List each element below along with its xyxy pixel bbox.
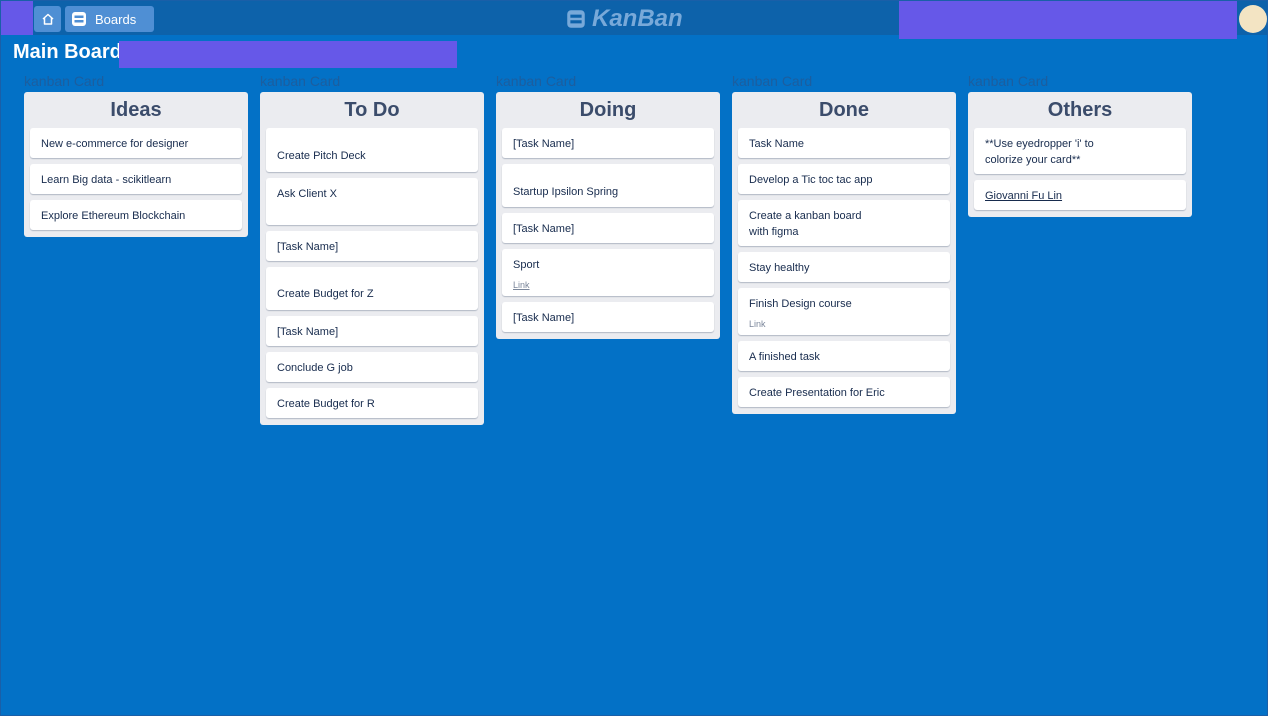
list-caption: kanban Card — [968, 73, 1049, 89]
card-text: Create Pitch Deck — [277, 150, 366, 162]
list-caption: kanban Card — [260, 73, 341, 89]
topbar-left-accent — [1, 1, 33, 35]
card[interactable]: [Task Name] — [502, 213, 714, 243]
card-text: Explore Ethereum Blockchain — [41, 210, 186, 222]
list-container: Doing [Task Name] Startup Ipsilon Spring… — [496, 92, 720, 339]
card-text: Startup Ipsilon Spring — [513, 186, 619, 198]
card[interactable]: **Use eyedropper 'i' to colorize your ca… — [974, 128, 1186, 174]
list-caption: kanban Card — [732, 73, 813, 89]
card-text: [Task Name] — [513, 138, 575, 150]
card-text: [Task Name] — [277, 241, 339, 253]
list-container: Others **Use eyedropper 'i' to colorize … — [968, 92, 1192, 217]
card[interactable]: [Task Name] — [502, 128, 714, 158]
list-title[interactable]: Done — [738, 98, 950, 128]
topbar-right-accent — [899, 1, 1237, 39]
card[interactable]: [Task Name] — [502, 302, 714, 332]
card[interactable]: A finished task — [738, 341, 950, 371]
board-icon — [567, 10, 585, 28]
list-container: Ideas New e-commerce for designer Learn … — [24, 92, 248, 237]
card[interactable]: Task Name — [738, 128, 950, 158]
card-text: A finished task — [749, 351, 820, 363]
card[interactable]: Startup Ipsilon Spring — [502, 164, 714, 207]
card-text: **Use eyedropper 'i' to colorize your ca… — [985, 138, 1094, 166]
card-link[interactable]: Link — [749, 316, 939, 332]
home-button[interactable] — [34, 6, 61, 32]
list-done: kanban Card Done Task Name Develop a Tic… — [732, 73, 956, 414]
card-text: Ask Client X — [277, 188, 337, 200]
list-others: kanban Card Others **Use eyedropper 'i' … — [968, 73, 1192, 217]
card-link[interactable]: Giovanni Fu Lin — [985, 190, 1062, 202]
brand-logo[interactable]: KanBan — [566, 5, 683, 33]
list-todo: kanban Card To Do Create Pitch Deck Ask … — [260, 73, 484, 425]
card[interactable]: Create Budget for R — [266, 388, 478, 418]
card-text: Stay healthy — [749, 262, 810, 274]
card[interactable]: Learn Big data - scikitlearn — [30, 164, 242, 194]
board-title-accent — [119, 41, 457, 68]
card[interactable]: Giovanni Fu Lin — [974, 180, 1186, 210]
card-text: Create Presentation for Eric — [749, 387, 885, 399]
card-text: [Task Name] — [277, 326, 339, 338]
list-title[interactable]: Ideas — [30, 98, 242, 128]
avatar[interactable] — [1239, 5, 1267, 33]
list-container: To Do Create Pitch Deck Ask Client X [Ta… — [260, 92, 484, 425]
card[interactable]: Sport Link — [502, 249, 714, 296]
brand-name: KanBan — [592, 5, 683, 32]
card[interactable]: Create Budget for Z — [266, 267, 478, 310]
card-text: Learn Big data - scikitlearn — [41, 174, 172, 186]
boards-label: Boards — [95, 11, 137, 27]
card-link[interactable]: Link — [513, 277, 703, 293]
card-text: [Task Name] — [513, 223, 575, 235]
home-icon — [41, 13, 54, 25]
card[interactable]: Develop a Tic toc tac app — [738, 164, 950, 194]
top-bar: Boards KanBan — [1, 1, 1267, 39]
card[interactable]: Create Pitch Deck — [266, 128, 478, 172]
boards-button[interactable]: Boards — [65, 6, 154, 32]
card-text: [Task Name] — [513, 312, 575, 324]
list-doing: kanban Card Doing [Task Name] Startup Ip… — [496, 73, 720, 339]
card-text: Create a kanban board with figma — [749, 210, 862, 238]
card-text: Conclude G job — [277, 362, 353, 374]
board-title[interactable]: Main Board — [13, 41, 122, 64]
card[interactable]: Finish Design course Link — [738, 288, 950, 335]
card[interactable]: Explore Ethereum Blockchain — [30, 200, 242, 230]
list-title[interactable]: Others — [974, 98, 1186, 128]
card[interactable]: Conclude G job — [266, 352, 478, 382]
card[interactable]: [Task Name] — [266, 231, 478, 261]
card-text: Develop a Tic toc tac app — [749, 174, 873, 186]
card[interactable]: New e-commerce for designer — [30, 128, 242, 158]
card-text: Create Budget for Z — [277, 288, 374, 300]
list-caption: kanban Card — [496, 73, 577, 89]
list-caption: kanban Card — [24, 73, 105, 89]
card-text: New e-commerce for designer — [41, 138, 189, 150]
board-icon — [72, 12, 86, 26]
card-text: Create Budget for R — [277, 398, 375, 410]
list-ideas: kanban Card Ideas New e-commerce for des… — [24, 73, 248, 237]
card[interactable]: Create a kanban board with figma — [738, 200, 950, 246]
card[interactable]: Create Presentation for Eric — [738, 377, 950, 407]
card-text: Sport — [513, 259, 540, 271]
list-container: Done Task Name Develop a Tic toc tac app… — [732, 92, 956, 414]
card[interactable]: Stay healthy — [738, 252, 950, 282]
card[interactable]: Ask Client X — [266, 178, 478, 225]
card[interactable]: [Task Name] — [266, 316, 478, 346]
card-text: Task Name — [749, 138, 805, 150]
card-text: Finish Design course — [749, 298, 852, 310]
list-title[interactable]: To Do — [266, 98, 478, 128]
list-title[interactable]: Doing — [502, 98, 714, 128]
